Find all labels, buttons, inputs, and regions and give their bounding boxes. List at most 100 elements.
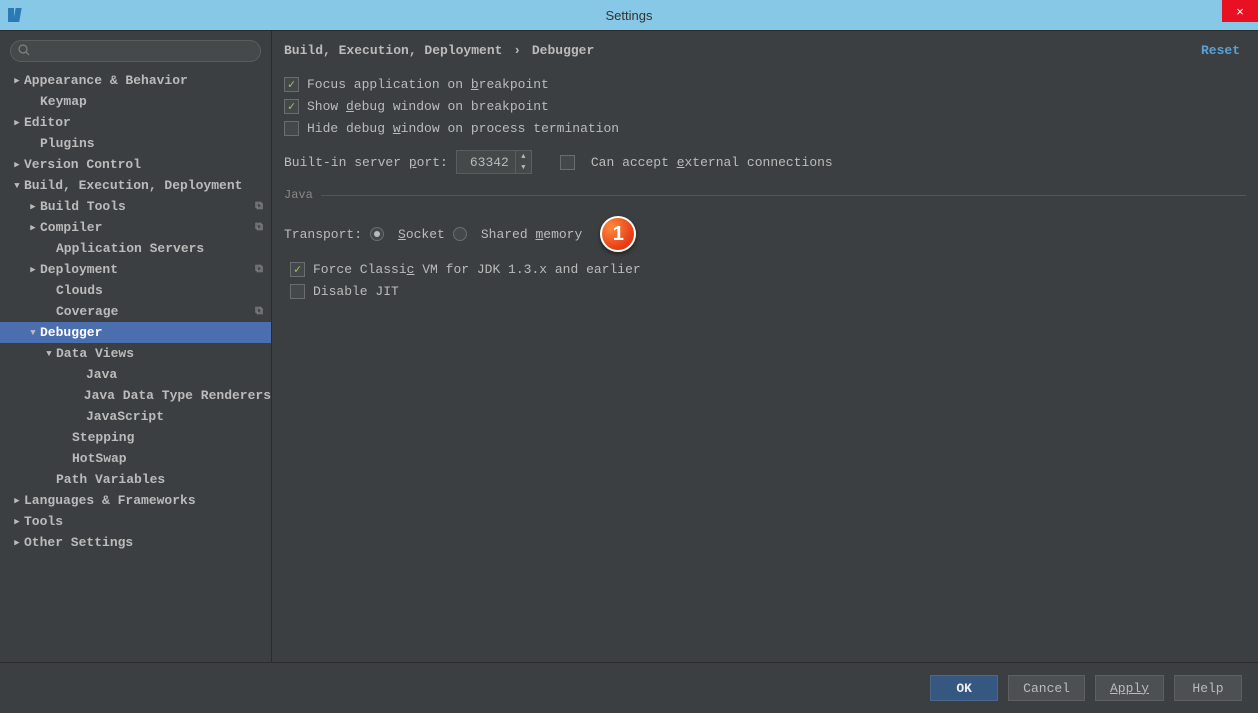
tree-item-build-tools[interactable]: ▶Build Tools⧉ xyxy=(0,196,271,217)
tree-item-label: Build Tools xyxy=(40,199,255,214)
tree-item-tools[interactable]: ▶Tools xyxy=(0,511,271,532)
tree-item-deployment[interactable]: ▶Deployment⧉ xyxy=(0,259,271,280)
checkbox-icon xyxy=(284,99,299,114)
tree-item-other-settings[interactable]: ▶Other Settings xyxy=(0,532,271,553)
tree-item-label: Build, Execution, Deployment xyxy=(24,178,271,193)
sidebar: ▶Appearance & BehaviorKeymap▶EditorPlugi… xyxy=(0,31,272,662)
label: Focus application on breakpoint xyxy=(307,77,549,92)
tree-item-editor[interactable]: ▶Editor xyxy=(0,112,271,133)
tree-item-debugger[interactable]: ▼Debugger xyxy=(0,322,271,343)
transport-row: Transport: Socket Shared memory 1 xyxy=(284,216,1246,252)
chevron-down-icon: ▼ xyxy=(42,349,56,359)
titlebar: Settings × xyxy=(0,0,1258,30)
java-section-header: Java xyxy=(284,188,1246,202)
checkbox-icon xyxy=(284,121,299,136)
search-icon xyxy=(18,44,30,56)
hide-debug-window-row[interactable]: Hide debug window on process termination xyxy=(284,121,1246,136)
help-button[interactable]: Help xyxy=(1174,675,1242,701)
callout-badge-1: 1 xyxy=(600,216,636,252)
server-port-spinner[interactable]: ▲▼ xyxy=(456,150,532,174)
checkbox-icon xyxy=(284,77,299,92)
server-port-input[interactable] xyxy=(457,155,515,170)
force-classic-vm-row[interactable]: Force Classic VM for JDK 1.3.x and earli… xyxy=(290,262,1246,277)
tree-item-label: Java xyxy=(86,367,271,382)
tree-item-java[interactable]: Java xyxy=(0,364,271,385)
chevron-right-icon: ▶ xyxy=(10,160,24,170)
label: Built-in server port: xyxy=(284,155,448,170)
can-accept-external-label[interactable]: Can accept external connections xyxy=(591,155,833,170)
shared-memory-label[interactable]: Shared memory xyxy=(481,227,582,242)
tree-item-label: JavaScript xyxy=(86,409,271,424)
search-input[interactable] xyxy=(10,40,261,62)
tree-item-label: Editor xyxy=(24,115,271,130)
tree-item-label: Debugger xyxy=(40,325,271,340)
per-project-icon: ⧉ xyxy=(255,222,263,234)
tree-item-label: Coverage xyxy=(56,304,255,319)
spinner-buttons[interactable]: ▲▼ xyxy=(515,151,531,173)
chevron-right-icon: ▶ xyxy=(10,538,24,548)
breadcrumb-part-2: Debugger xyxy=(532,43,594,58)
radio-socket[interactable] xyxy=(370,227,384,241)
tree-item-application-servers[interactable]: Application Servers xyxy=(0,238,271,259)
label: Show debug window on breakpoint xyxy=(307,99,549,114)
chevron-down-icon: ▼ xyxy=(10,181,24,191)
breadcrumb-sep: › xyxy=(513,43,521,58)
ok-button[interactable]: OK xyxy=(930,675,998,701)
tree-item-label: Application Servers xyxy=(56,241,271,256)
socket-label[interactable]: Socket xyxy=(398,227,445,242)
settings-tree[interactable]: ▶Appearance & BehaviorKeymap▶EditorPlugi… xyxy=(0,70,271,662)
tree-item-languages-frameworks[interactable]: ▶Languages & Frameworks xyxy=(0,490,271,511)
tree-item-version-control[interactable]: ▶Version Control xyxy=(0,154,271,175)
tree-item-label: Deployment xyxy=(40,262,255,277)
tree-item-appearance-behavior[interactable]: ▶Appearance & Behavior xyxy=(0,70,271,91)
tree-item-label: Compiler xyxy=(40,220,255,235)
tree-item-label: Clouds xyxy=(56,283,271,298)
chevron-right-icon: ▶ xyxy=(10,118,24,128)
label: Disable JIT xyxy=(313,284,399,299)
radio-shared-memory[interactable] xyxy=(453,227,467,241)
tree-item-hotswap[interactable]: HotSwap xyxy=(0,448,271,469)
breadcrumb-row: Build, Execution, Deployment › Debugger … xyxy=(272,31,1258,66)
tree-item-label: Java Data Type Renderers xyxy=(84,388,271,403)
close-button[interactable]: × xyxy=(1222,0,1258,22)
tree-item-path-variables[interactable]: Path Variables xyxy=(0,469,271,490)
tree-item-data-views[interactable]: ▼Data Views xyxy=(0,343,271,364)
breadcrumb-part-1: Build, Execution, Deployment xyxy=(284,43,502,58)
tree-item-compiler[interactable]: ▶Compiler⧉ xyxy=(0,217,271,238)
tree-item-label: HotSwap xyxy=(72,451,271,466)
checkbox-icon[interactable] xyxy=(560,155,575,170)
close-icon: × xyxy=(1236,4,1244,19)
per-project-icon: ⧉ xyxy=(255,201,263,213)
tree-item-label: Keymap xyxy=(40,94,271,109)
apply-button[interactable]: Apply xyxy=(1095,675,1164,701)
tree-item-keymap[interactable]: Keymap xyxy=(0,91,271,112)
tree-item-clouds[interactable]: Clouds xyxy=(0,280,271,301)
content-panel: Build, Execution, Deployment › Debugger … xyxy=(272,31,1258,662)
chevron-right-icon: ▶ xyxy=(26,202,40,212)
tree-item-label: Data Views xyxy=(56,346,271,361)
window-title: Settings xyxy=(606,8,653,23)
chevron-down-icon[interactable]: ▼ xyxy=(516,162,531,173)
tree-item-coverage[interactable]: Coverage⧉ xyxy=(0,301,271,322)
chevron-right-icon: ▶ xyxy=(10,496,24,506)
breadcrumb: Build, Execution, Deployment › Debugger xyxy=(284,43,594,58)
cancel-button[interactable]: Cancel xyxy=(1008,675,1085,701)
tree-item-java-data-type-renderers[interactable]: Java Data Type Renderers xyxy=(0,385,271,406)
tree-item-label: Tools xyxy=(24,514,271,529)
reset-link[interactable]: Reset xyxy=(1201,43,1240,58)
per-project-icon: ⧉ xyxy=(255,306,263,318)
tree-item-label: Other Settings xyxy=(24,535,271,550)
dialog-footer: OK Cancel Apply Help xyxy=(0,662,1258,713)
show-debug-window-row[interactable]: Show debug window on breakpoint xyxy=(284,99,1246,114)
tree-item-stepping[interactable]: Stepping xyxy=(0,427,271,448)
disable-jit-row[interactable]: Disable JIT xyxy=(290,284,1246,299)
tree-item-build-execution-deployment[interactable]: ▼Build, Execution, Deployment xyxy=(0,175,271,196)
tree-item-plugins[interactable]: Plugins xyxy=(0,133,271,154)
main-area: ▶Appearance & BehaviorKeymap▶EditorPlugi… xyxy=(0,30,1258,662)
tree-item-label: Languages & Frameworks xyxy=(24,493,271,508)
tree-item-label: Appearance & Behavior xyxy=(24,73,271,88)
chevron-right-icon: ▶ xyxy=(26,223,40,233)
tree-item-javascript[interactable]: JavaScript xyxy=(0,406,271,427)
chevron-up-icon[interactable]: ▲ xyxy=(516,151,531,162)
focus-on-breakpoint-row[interactable]: Focus application on breakpoint xyxy=(284,77,1246,92)
